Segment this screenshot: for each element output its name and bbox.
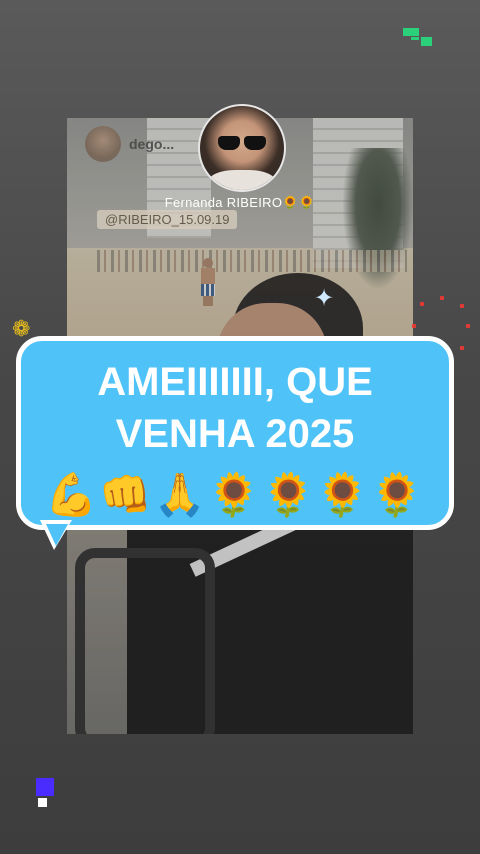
bubble-tail-inner — [46, 524, 68, 546]
glitch-decoration — [411, 37, 419, 40]
avatar-shirt — [208, 170, 276, 190]
video-watermark-user: dego... — [85, 126, 174, 162]
bag-strap — [75, 548, 215, 734]
watermark-avatar — [85, 126, 121, 162]
flower-icon: ❁ — [12, 316, 31, 341]
beach-crowd — [97, 250, 407, 272]
beach-person — [199, 258, 217, 306]
comment-emojis: 💪👊🙏🌻🌻🌻🌻 — [44, 471, 426, 518]
comment-line-2: VENHA 2025 — [115, 412, 355, 456]
sparkle-icon: ✦ — [314, 285, 335, 312]
glitch-decoration — [403, 28, 419, 36]
watermark-username: dego... — [129, 136, 175, 152]
profile-name[interactable]: Fernanda RIBEIRO🌻🌻 — [0, 195, 480, 211]
comment-text: AMEIIIIIII, QUE VENHA 2025 — [24, 356, 446, 460]
corner-decoration — [36, 778, 54, 796]
corner-decoration — [38, 798, 47, 807]
watermark-tag: @RIBEIRO_15.09.19 — [97, 210, 238, 229]
glitch-decoration — [421, 37, 432, 46]
sunglasses — [218, 136, 266, 150]
profile-avatar[interactable] — [198, 104, 286, 192]
comment-line-1: AMEIIIIIII, QUE — [97, 360, 373, 404]
